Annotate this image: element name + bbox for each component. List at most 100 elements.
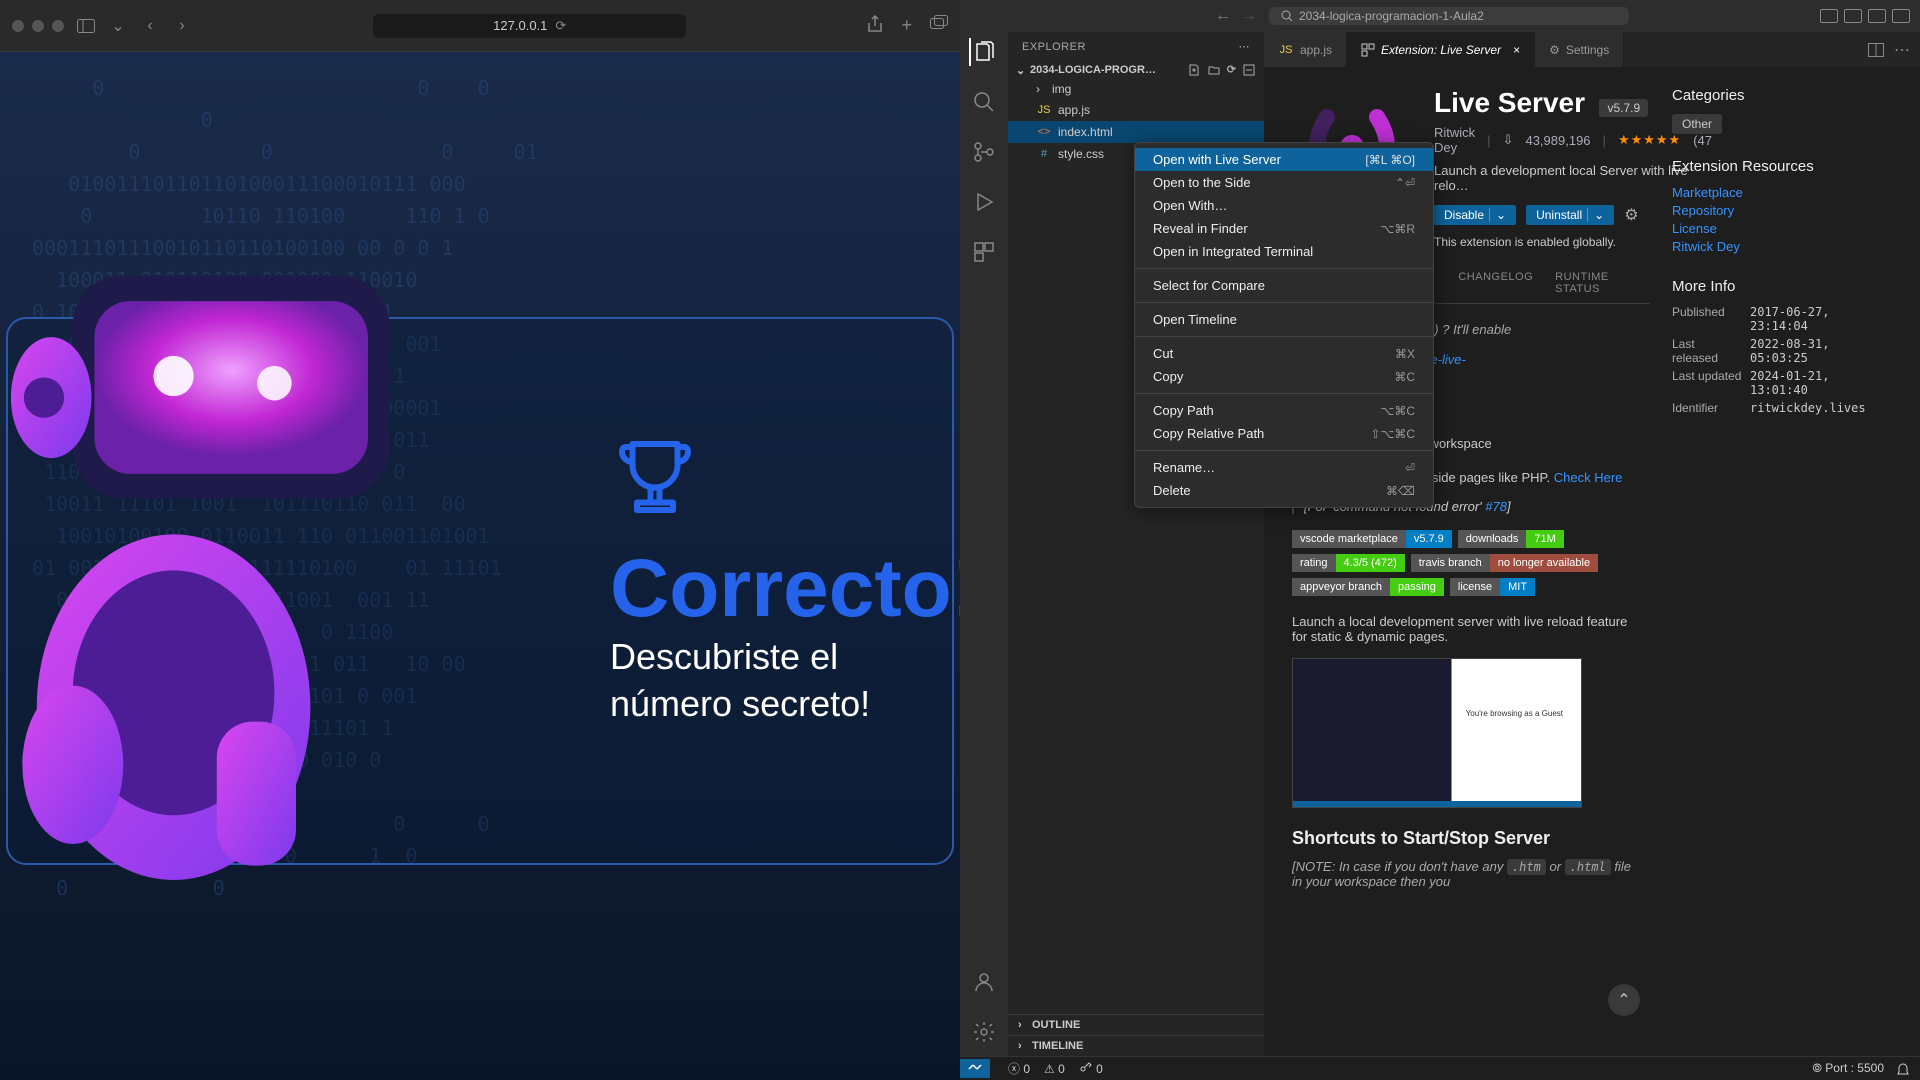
new-folder-icon[interactable] [1207,63,1221,77]
tab-extension[interactable]: Extension: Live Server × [1347,32,1535,67]
share-icon[interactable] [867,15,883,36]
chevron-down-icon: ⌄ [1016,64,1026,77]
back-button[interactable]: ‹ [140,16,160,36]
readme-demo-image: You're browsing as a Guest [1292,658,1582,808]
explorer-tab-icon[interactable] [969,38,997,66]
address-bar[interactable]: 127.0.0.1 ⟳ [373,14,686,38]
menu-open-timeline[interactable]: Open Timeline [1135,308,1433,331]
notifications-icon[interactable] [1896,1062,1910,1076]
command-center[interactable]: 2034-logica-programacion-1-Aula2 [1269,7,1629,25]
gear-icon[interactable]: ⚙ [1624,205,1638,225]
file-item-img[interactable]: › img [1008,79,1264,99]
layout-icon[interactable] [1868,9,1886,23]
extension-icon [1361,43,1375,57]
new-tab-icon[interactable]: + [901,15,912,36]
menu-open-live-server[interactable]: Open with Live Server [⌘L ⌘O] [1135,148,1433,171]
readme-link[interactable]: #78 [1485,499,1507,514]
category-chip[interactable]: Other [1672,114,1722,134]
readme-text: [NOTE: In case if you don't have any .ht… [1292,859,1640,889]
resource-link[interactable]: Ritwick Dey [1672,239,1892,254]
extension-version: v5.7.9 [1599,99,1648,117]
extension-sidebar: Categories Other Extension Resources Mar… [1672,87,1892,1036]
menu-delete[interactable]: Delete ⌘⌫ [1135,479,1433,502]
history-back-icon[interactable]: ← [1215,7,1231,25]
activity-bar [960,32,1008,1056]
scroll-top-button[interactable]: ⌃ [1608,984,1640,1016]
sidebar-toggle-icon[interactable] [76,16,96,36]
menu-reveal-finder[interactable]: Reveal in Finder ⌥⌘R [1135,217,1433,240]
menu-rename[interactable]: Rename… ⏎ [1135,456,1433,479]
extensions-icon[interactable] [970,238,998,266]
command-center-text: 2034-logica-programacion-1-Aula2 [1299,9,1484,23]
warnings-indicator[interactable]: ⚠ 0 [1044,1062,1065,1076]
chevron-down-icon[interactable]: ⌄ [1587,208,1604,222]
status-bar: ⓧ 0 ⚠ 0 0 ⦾ Port : 5500 [960,1056,1920,1080]
outline-section[interactable]: ›OUTLINE [1008,1014,1264,1035]
run-debug-icon[interactable] [970,188,998,216]
more-icon[interactable]: ⋯ [1894,40,1910,60]
source-control-icon[interactable] [970,138,998,166]
traffic-lights[interactable] [12,20,64,32]
new-file-icon[interactable] [1187,63,1201,77]
forward-button[interactable]: › [172,16,192,36]
file-item-index[interactable]: <> index.html [1008,121,1264,143]
tab-appjs[interactable]: JS app.js [1264,32,1347,67]
split-editor-icon[interactable] [1868,43,1884,57]
menu-copy-rel-path[interactable]: Copy Relative Path ⇧⌥⌘C [1135,422,1433,445]
live-server-status[interactable]: ⦾ Port : 5500 [1812,1061,1884,1076]
layout-icon[interactable] [1892,9,1910,23]
reload-icon[interactable]: ⟳ [555,18,566,34]
tabs-icon[interactable] [930,15,948,36]
settings-gear-icon[interactable] [970,1018,998,1046]
js-file-icon: JS [1036,102,1052,118]
timeline-section[interactable]: ›TIMELINE [1008,1035,1264,1056]
refresh-icon[interactable]: ⟳ [1227,63,1236,77]
workspace-folder[interactable]: ⌄ 2034-LOGICA-PROGR… ⟳ [1008,61,1264,79]
gear-icon: ⚙ [1549,43,1560,57]
css-file-icon: # [1036,146,1052,162]
file-item-appjs[interactable]: JS app.js [1008,99,1264,121]
explorer-title: EXPLORER [1022,41,1086,53]
history-forward-icon[interactable]: → [1241,7,1257,25]
readme-badges: vscode marketplacev5.7.9 downloads71M ra… [1292,530,1640,596]
menu-open-side[interactable]: Open to the Side ⌃⏎ [1135,171,1433,194]
collapse-icon[interactable] [1242,63,1256,77]
extension-name: Live Server [1434,87,1585,119]
menu-select-compare[interactable]: Select for Compare [1135,274,1433,297]
browser-toolbar: ⌄ ‹ › 127.0.0.1 ⟳ + [0,0,960,52]
resource-link[interactable]: Marketplace [1672,185,1892,200]
more-icon[interactable]: ⋯ [1239,40,1251,53]
tab-changelog[interactable]: CHANGELOG [1458,271,1533,295]
disable-button[interactable]: Disable ⌄ [1434,205,1516,225]
errors-indicator[interactable]: ⓧ 0 [1008,1060,1030,1077]
menu-copy[interactable]: Copy ⌘C [1135,365,1433,388]
layout-icon[interactable] [1844,9,1862,23]
tab-runtime[interactable]: RUNTIME STATUS [1555,271,1650,295]
readme-text: Launch a local development server with l… [1292,614,1640,644]
menu-open-with[interactable]: Open With… [1135,194,1433,217]
menu-cut[interactable]: Cut ⌘X [1135,342,1433,365]
file-label: app.js [1058,103,1090,117]
download-count: 43,989,196 [1525,133,1590,148]
tab-settings[interactable]: ⚙ Settings [1535,32,1624,67]
layout-icon[interactable] [1820,9,1838,23]
enabled-status: This extension is enabled globally. [1434,235,1712,249]
menu-open-terminal[interactable]: Open in Integrated Terminal [1135,240,1433,263]
context-menu: Open with Live Server [⌘L ⌘O] Open to th… [1134,142,1434,508]
address-text: 127.0.0.1 [493,18,547,33]
readme-link[interactable]: Check Here [1554,470,1623,485]
accounts-icon[interactable] [970,968,998,996]
chevron-down-icon[interactable]: ⌄ [108,16,128,36]
close-tab-icon[interactable]: × [1513,43,1520,57]
extension-author[interactable]: Ritwick Dey [1434,125,1475,155]
ports-indicator[interactable]: 0 [1079,1061,1103,1076]
menu-copy-path[interactable]: Copy Path ⌥⌘C [1135,399,1433,422]
resource-link[interactable]: License [1672,221,1892,236]
search-icon [1281,10,1293,22]
chevron-down-icon[interactable]: ⌄ [1489,208,1506,222]
uninstall-button[interactable]: Uninstall ⌄ [1526,205,1614,225]
resource-link[interactable]: Repository [1672,203,1892,218]
download-icon: ⇩ [1503,132,1514,148]
search-tab-icon[interactable] [970,88,998,116]
remote-indicator[interactable] [960,1059,990,1078]
